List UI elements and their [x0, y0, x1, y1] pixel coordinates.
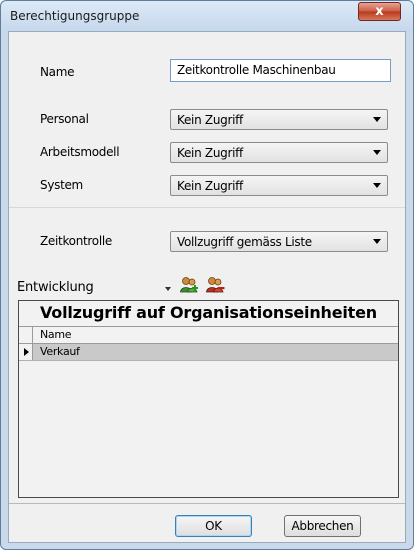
remove-users-icon[interactable]	[205, 275, 225, 295]
org-unit-dropdown[interactable]: Entwicklung	[17, 280, 177, 300]
zeitkontrolle-select[interactable]: Vollzugriff gemäss Liste	[170, 231, 388, 252]
system-label: System	[40, 178, 83, 192]
grid-column-header-name[interactable]: Name	[19, 327, 398, 344]
org-unit-dropdown-value: Entwicklung	[17, 280, 94, 295]
column-header-label: Name	[40, 328, 72, 341]
close-button[interactable]: x	[358, 2, 401, 21]
arbeitsmodell-label: Arbeitsmodell	[40, 145, 120, 159]
chevron-down-icon	[373, 117, 381, 122]
personal-select[interactable]: Kein Zugriff	[170, 109, 388, 130]
cancel-button[interactable]: Abbrechen	[284, 515, 361, 537]
dialog-client-area: Name Zeitkontrolle Maschinenbau Personal…	[8, 31, 406, 543]
add-users-icon[interactable]	[179, 275, 199, 295]
chevron-down-icon	[373, 239, 381, 244]
personal-select-value: Kein Zugriff	[177, 113, 243, 127]
section-divider	[9, 207, 405, 208]
arbeitsmodell-select[interactable]: Kein Zugriff	[170, 142, 388, 163]
dialog-window: Berechtigungsgruppe x Name Zeitkontrolle…	[0, 0, 414, 550]
header-row-indicator	[19, 327, 33, 343]
title-bar: Berechtigungsgruppe x	[1, 1, 413, 31]
window-title: Berechtigungsgruppe	[10, 9, 140, 23]
chevron-down-icon	[373, 150, 381, 155]
chevron-down-icon	[373, 183, 381, 188]
system-select[interactable]: Kein Zugriff	[170, 175, 388, 196]
zeitkontrolle-select-value: Vollzugriff gemäss Liste	[177, 235, 312, 249]
current-row-arrow-icon	[24, 348, 29, 356]
footer-divider	[9, 503, 405, 504]
arbeitsmodell-select-value: Kein Zugriff	[177, 146, 243, 160]
name-field[interactable]: Zeitkontrolle Maschinenbau	[170, 59, 391, 82]
zeitkontrolle-label: Zeitkontrolle	[40, 234, 112, 248]
ok-button[interactable]: OK	[175, 515, 252, 537]
table-row[interactable]: Verkauf	[19, 344, 398, 361]
personal-label: Personal	[40, 112, 89, 126]
close-icon: x	[375, 4, 384, 19]
row-selector[interactable]	[19, 344, 33, 360]
grid-caption: Vollzugriff auf Organisationseinheiten	[19, 301, 398, 327]
org-units-grid: Vollzugriff auf Organisationseinheiten N…	[18, 300, 399, 498]
chevron-down-icon	[165, 287, 171, 291]
name-label: Name	[40, 65, 75, 79]
row-cell-name: Verkauf	[40, 345, 80, 358]
system-select-value: Kein Zugriff	[177, 179, 243, 193]
